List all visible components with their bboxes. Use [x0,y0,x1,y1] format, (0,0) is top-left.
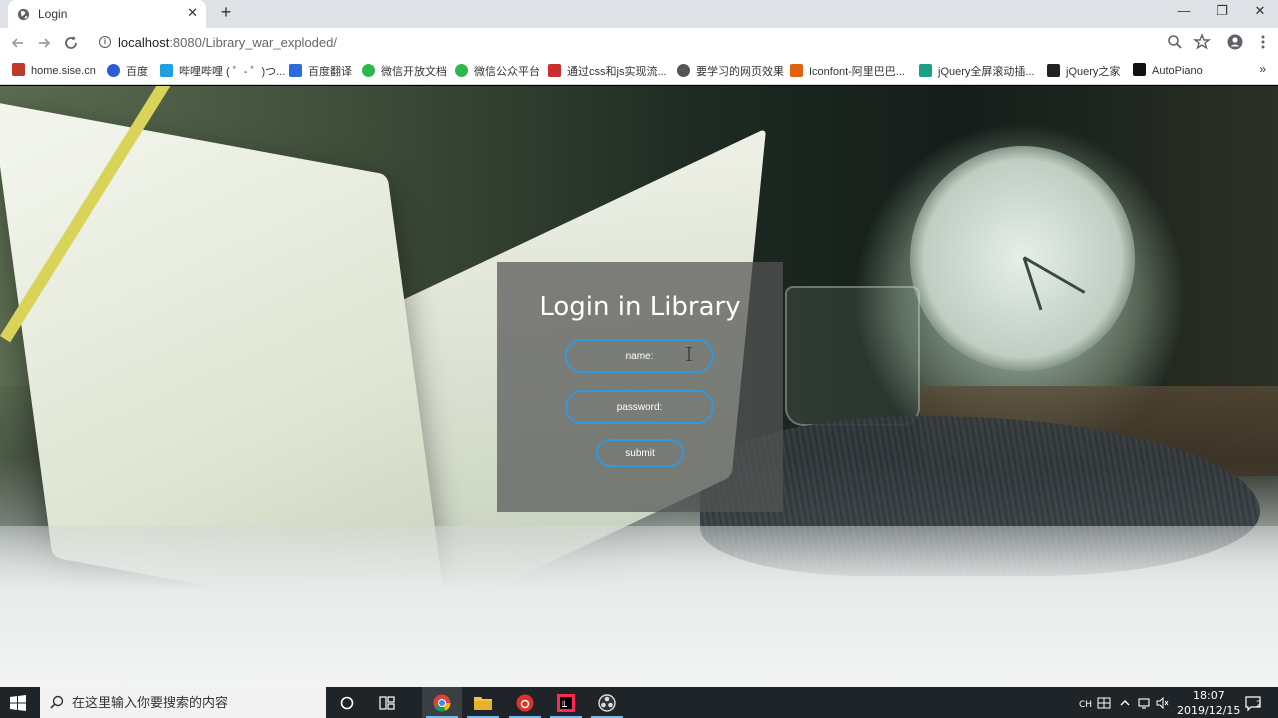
bookmark-wechat-docs[interactable]: 微信开放文档 [362,63,447,79]
search-icon [50,695,64,709]
submit-button[interactable]: submit [596,439,684,467]
info-icon[interactable]: i [99,36,111,48]
translate-icon [289,64,302,77]
bookmark-label: jQuery全屏滚动插... [938,66,1035,78]
task-view-button[interactable] [367,687,407,718]
bookmark-label: Iconfont-阿里巴巴... [809,66,905,78]
wechat-icon [455,64,468,77]
clock-time[interactable]: 18:07 [1193,689,1225,702]
bookmark-jquery-home[interactable]: jQuery之家 [1047,63,1120,79]
paw-icon [107,64,120,77]
zoom-icon[interactable] [1166,33,1184,51]
password-input[interactable] [565,390,714,424]
bookmark-label: jQuery之家 [1066,66,1121,78]
back-arrow-icon[interactable] [8,33,28,53]
bed-sheet [0,526,1278,687]
network-icon[interactable] [1137,696,1151,710]
login-title: Login in Library [539,292,741,322]
new-tab-button[interactable]: + [216,2,236,24]
bookmark-autopiano[interactable]: AutoPiano [1133,63,1203,79]
bookmark-icon [12,63,25,76]
bookmark-wechat-platform[interactable]: 微信公众平台 [455,63,540,79]
volume-muted-icon[interactable] [1155,696,1169,710]
tab-title: Login [38,7,68,21]
ime-mode-icon[interactable]: CH [1079,696,1093,710]
bookmark-label: AutoPiano [1152,65,1203,77]
chevron-up-icon[interactable] [1118,696,1132,710]
tab-strip: Login ✕ + — ❐ ✕ [0,0,1278,28]
taskbar-netease-music[interactable] [505,687,545,718]
taskbar-chrome[interactable] [422,687,462,718]
csdn-icon [548,64,561,77]
taskbar-obs[interactable] [587,687,627,718]
tv-icon [160,64,173,77]
notification-count-badge: 2 [1256,700,1262,710]
browser-toolbar: i localhost:8080/Library_war_exploded/ [0,28,1278,58]
close-window-button[interactable]: ✕ [1242,3,1278,25]
text-cursor-icon [686,347,692,361]
globe-icon [677,64,690,77]
minimize-button[interactable]: — [1166,3,1202,25]
globe-icon [17,8,30,21]
intellij-icon: IJ [557,694,575,712]
bookmarks-overflow-button[interactable]: » [1259,62,1266,76]
url-host: localhost [118,35,170,50]
netease-music-icon [516,694,534,712]
profile-avatar-icon[interactable] [1226,33,1244,51]
page-background: Login in Library submit [0,86,1278,687]
taskbar-search[interactable] [40,687,326,718]
obs-icon [598,694,616,712]
restore-button[interactable]: ❐ [1204,3,1240,25]
glass-image [785,286,920,426]
cortana-circle-icon [340,696,354,710]
iconfont-icon [790,64,803,77]
bookmark-label: 百度翻译 [308,66,352,78]
svg-text:CH: CH [1079,700,1092,710]
bookmark-label: 通过css和js实现流... [567,66,667,78]
menu-kebab-icon[interactable] [1254,33,1272,51]
login-panel: Login in Library submit [497,262,783,512]
taskbar-file-explorer[interactable] [463,687,503,718]
bookmark-label: 微信公众平台 [474,66,540,78]
url-text: localhost:8080/Library_war_exploded/ [118,35,337,50]
bookmark-baidu[interactable]: 百度 [107,63,148,79]
windows-taskbar: IJ CH 18:07 2019/12/15 2 [0,687,1278,718]
notification-center-button[interactable]: 2 [1244,694,1262,712]
jquery-icon [1047,64,1060,77]
forward-arrow-icon[interactable] [34,33,54,53]
bookmark-label: 百度 [126,66,148,78]
keyboard-grid-icon[interactable] [1097,696,1111,710]
bookmark-web-effects[interactable]: 要学习的网页效果 [677,63,784,79]
windows-start-icon[interactable] [10,695,26,711]
taskbar-intellij[interactable]: IJ [546,687,586,718]
bookmark-jquery-scroll[interactable]: jQuery全屏滚动插... [919,63,1035,79]
cortana-button[interactable] [327,687,367,718]
chrome-icon [433,694,451,712]
reload-icon[interactable] [61,33,81,53]
svg-text:IJ: IJ [562,700,566,707]
bookmark-baidu-translate[interactable]: 百度翻译 [289,63,352,79]
tab-close-icon[interactable]: ✕ [187,5,198,21]
url-path: :8080/Library_war_exploded/ [169,35,337,50]
address-bar[interactable]: i localhost:8080/Library_war_exploded/ [92,31,1218,55]
piano-icon [1133,63,1146,76]
folder-icon [474,697,492,710]
bookmark-label: 哔哩哔哩 ( ゜- ゜)つ... [179,66,286,78]
bookmark-home-sise[interactable]: home.sise.cn [12,63,96,79]
task-view-icon [379,696,395,710]
bookmark-bilibili[interactable]: 哔哩哔哩 ( ゜- ゜)つ... [160,63,285,79]
bookmark-label: 微信开放文档 [381,66,447,78]
clock-date[interactable]: 2019/12/15 [1177,704,1240,717]
d-letter-icon [919,64,932,77]
tab-login[interactable]: Login ✕ [8,0,206,28]
bookmark-star-icon[interactable] [1193,33,1211,51]
bookmark-iconfont[interactable]: Iconfont-阿里巴巴... [790,63,905,79]
taskbar-search-input[interactable] [72,693,312,713]
wechat-icon [362,64,375,77]
bookmark-label: home.sise.cn [31,65,96,77]
bookmark-css-js[interactable]: 通过css和js实现流... [548,63,667,79]
bookmark-label: 要学习的网页效果 [696,66,784,78]
bookmarks-bar: home.sise.cn 百度 哔哩哔哩 ( ゜- ゜)つ... 百度翻译 微信… [0,58,1278,85]
